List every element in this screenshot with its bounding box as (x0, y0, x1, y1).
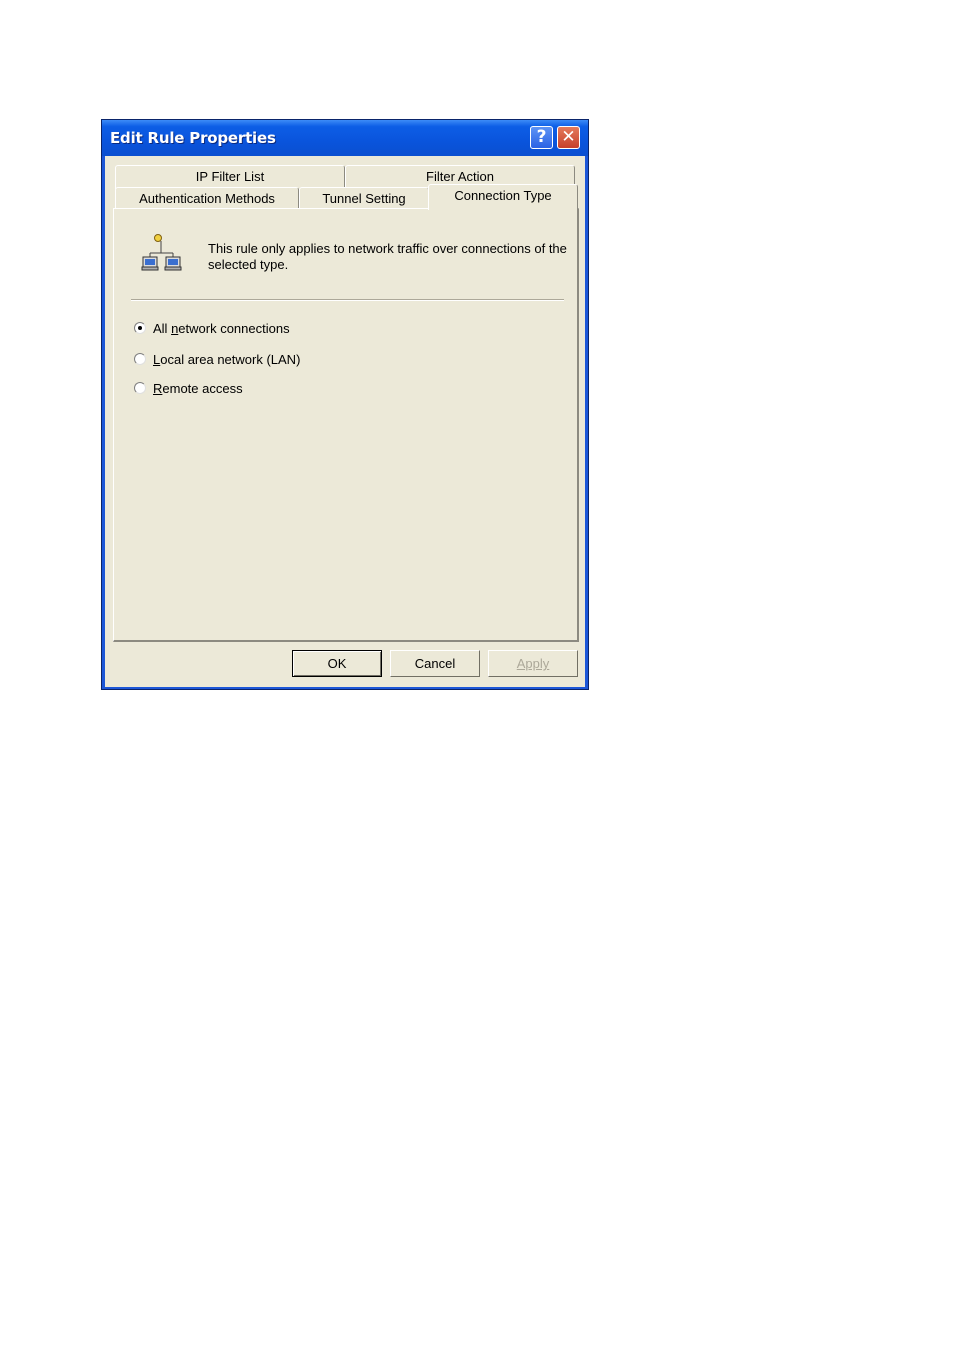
tab-ip-filter-list[interactable]: IP Filter List (115, 165, 345, 189)
close-button[interactable]: ✕ (557, 126, 580, 149)
tab-connection-type[interactable]: Connection Type (428, 184, 578, 210)
rule-description: This rule only applies to network traffi… (208, 241, 567, 272)
radio-label: Remote access (153, 381, 243, 396)
tab-label: Connection Type (454, 188, 552, 203)
tab-label: Filter Action (426, 169, 494, 184)
edit-rule-properties-dialog: Edit Rule Properties ? ✕ IP Filter List … (101, 119, 589, 690)
dialog-client-area: IP Filter List Filter Action Authenticat… (105, 156, 585, 687)
apply-button[interactable]: Apply (488, 650, 578, 677)
close-icon: ✕ (561, 127, 576, 147)
window-title: Edit Rule Properties (110, 129, 276, 147)
radio-label: Local area network (LAN) (153, 352, 301, 367)
help-button[interactable]: ? (530, 126, 553, 149)
connection-type-panel: This rule only applies to network traffi… (113, 208, 579, 642)
radio-button[interactable] (134, 322, 146, 334)
radio-button[interactable] (134, 353, 146, 365)
question-mark-icon: ? (536, 127, 547, 147)
network-connection-icon (141, 234, 182, 271)
tab-tunnel-setting[interactable]: Tunnel Setting (299, 187, 429, 209)
cancel-button[interactable]: Cancel (390, 650, 480, 677)
title-bar[interactable]: Edit Rule Properties ? ✕ (102, 120, 588, 156)
tab-label: Authentication Methods (139, 191, 275, 206)
apply-label: Apply (516, 656, 550, 671)
separator (131, 299, 564, 301)
radio-button[interactable] (134, 382, 146, 394)
tab-authentication-methods[interactable]: Authentication Methods (115, 187, 299, 209)
tab-label: IP Filter List (195, 169, 265, 184)
ok-button[interactable]: OK (292, 650, 382, 677)
radio-label: All network connections (153, 321, 290, 336)
tab-label: Tunnel Setting (322, 191, 406, 206)
